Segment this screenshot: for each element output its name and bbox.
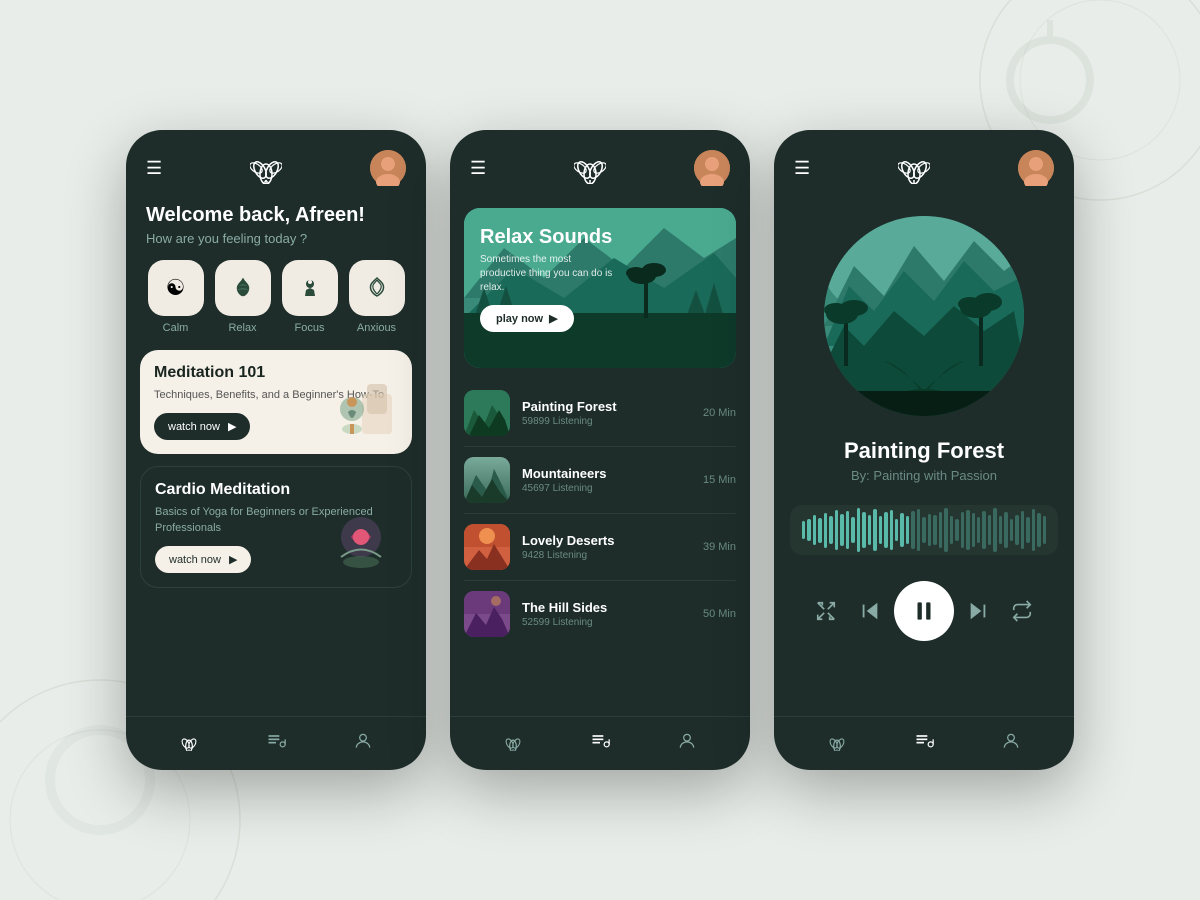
nav-playlist-icon[interactable] (266, 731, 286, 756)
mood-relax-btn[interactable] (215, 260, 271, 316)
next-btn[interactable] (958, 591, 998, 631)
phone-player: ☰ (774, 130, 1074, 770)
player-title: Painting Forest (794, 438, 1054, 464)
hero-content: Relax Sounds Sometimes the most producti… (464, 208, 636, 350)
phone3-lotus-logo (898, 152, 930, 184)
welcome-subtitle: How are you feeling today ? (146, 231, 406, 246)
hero-play-btn[interactable]: play now ▶ (480, 305, 574, 332)
phone2-nav (450, 716, 750, 770)
track-duration-forest: 20 Min (703, 407, 736, 419)
mood-focus-label: Focus (295, 322, 325, 334)
meditation-illustration (322, 374, 402, 444)
relax-sounds-banner: Relax Sounds Sometimes the most producti… (464, 208, 736, 368)
hero-title: Relax Sounds (480, 226, 620, 249)
track-thumb-forest (464, 390, 510, 436)
pause-btn[interactable] (894, 581, 954, 641)
track-item[interactable]: Lovely Deserts 9428 Listening 39 Min (464, 514, 736, 581)
mood-anxious-label: Anxious (357, 322, 396, 334)
phone2-nav-home-icon[interactable] (503, 731, 523, 756)
phone3-nav-profile-icon[interactable] (1001, 731, 1021, 756)
prev-btn[interactable] (850, 591, 890, 631)
phone3-nav-home-icon[interactable] (827, 731, 847, 756)
shuffle-btn[interactable] (806, 591, 846, 631)
mood-relax: Relax (215, 260, 271, 334)
album-art-svg (824, 216, 1024, 416)
track-duration-desert: 39 Min (703, 541, 736, 553)
cardio-illustration (321, 507, 401, 577)
track-item[interactable]: Mountaineers 45697 Listening 15 Min (464, 447, 736, 514)
player-art (774, 196, 1074, 426)
phone2-nav-profile-icon[interactable] (677, 731, 697, 756)
meditation-card: Meditation 101 Techniques, Benefits, and… (140, 350, 412, 454)
track-info-desert: Lovely Deserts 9428 Listening (522, 533, 691, 561)
player-controls (774, 571, 1074, 651)
track-list: Painting Forest 59899 Listening 20 Min (450, 380, 750, 716)
phone2-menu-icon[interactable]: ☰ (470, 158, 486, 179)
phone2-nav-playlist-icon[interactable] (590, 731, 610, 756)
track-duration-mountain: 15 Min (703, 474, 736, 486)
phone-home: ☰ Welcome back, Afreen! (126, 130, 426, 770)
mood-calm-label: Calm (163, 322, 189, 334)
repeat-btn[interactable] (1002, 591, 1042, 631)
track-listeners-forest: 59899 Listening (522, 416, 691, 427)
nav-profile-icon[interactable] (353, 731, 373, 756)
track-name-forest: Painting Forest (522, 399, 691, 414)
nav-home-icon[interactable] (179, 731, 199, 756)
mood-relax-label: Relax (228, 322, 256, 334)
phone2-header: ☰ (450, 130, 750, 196)
mood-anxious: Anxious (349, 260, 405, 334)
player-artist: By: Painting with Passion (794, 468, 1054, 483)
mood-grid: ☯ Calm Relax (126, 260, 426, 350)
hero-subtitle: Sometimes the most productive thing you … (480, 253, 620, 295)
phone-playlist: ☰ (450, 130, 750, 770)
mood-focus: Focus (282, 260, 338, 334)
avatar[interactable] (370, 150, 406, 186)
mood-calm: ☯ Calm (148, 260, 204, 334)
phone3-nav-playlist-icon[interactable] (914, 731, 934, 756)
track-item[interactable]: The Hill Sides 52599 Listening 50 Min (464, 581, 736, 647)
track-name-desert: Lovely Deserts (522, 533, 691, 548)
track-thumb-hills (464, 591, 510, 637)
phone3-avatar[interactable] (1018, 150, 1054, 186)
mood-focus-btn[interactable] (282, 260, 338, 316)
cardio-card-title: Cardio Meditation (155, 481, 397, 499)
play-icon: ▶ (549, 312, 557, 325)
cardio-watch-btn[interactable]: watch now ▶ (155, 546, 251, 573)
phone1-header: ☰ (126, 130, 426, 196)
menu-icon[interactable]: ☰ (146, 158, 162, 179)
phone1-nav (126, 716, 426, 770)
meditation-watch-btn[interactable]: watch now ▶ (154, 413, 250, 440)
phone2-lotus-logo (574, 152, 606, 184)
phone3-nav (774, 716, 1074, 770)
album-art-circle (824, 216, 1024, 416)
track-info-hills: The Hill Sides 52599 Listening (522, 600, 691, 628)
player-track-info: Painting Forest By: Painting with Passio… (774, 426, 1074, 489)
track-listeners-desert: 9428 Listening (522, 550, 691, 561)
track-info-mountain: Mountaineers 45697 Listening (522, 466, 691, 494)
phone2-avatar[interactable] (694, 150, 730, 186)
phone3-header: ☰ (774, 130, 1074, 196)
lotus-logo (250, 152, 282, 184)
track-name-hills: The Hill Sides (522, 600, 691, 615)
track-info-forest: Painting Forest 59899 Listening (522, 399, 691, 427)
welcome-title: Welcome back, Afreen! (146, 204, 406, 227)
waveform[interactable] (790, 505, 1058, 555)
cardio-card: Cardio Meditation Basics of Yoga for Beg… (140, 466, 412, 588)
track-name-mountain: Mountaineers (522, 466, 691, 481)
track-listeners-hills: 52599 Listening (522, 617, 691, 628)
phones-container: ☰ Welcome back, Afreen! (126, 130, 1074, 770)
track-thumb-mountain (464, 457, 510, 503)
track-duration-hills: 50 Min (703, 608, 736, 620)
phone3-menu-icon[interactable]: ☰ (794, 158, 810, 179)
track-item[interactable]: Painting Forest 59899 Listening 20 Min (464, 380, 736, 447)
mood-calm-btn[interactable]: ☯ (148, 260, 204, 316)
track-thumb-desert (464, 524, 510, 570)
track-listeners-mountain: 45697 Listening (522, 483, 691, 494)
mood-anxious-btn[interactable] (349, 260, 405, 316)
welcome-section: Welcome back, Afreen! How are you feelin… (126, 196, 426, 260)
